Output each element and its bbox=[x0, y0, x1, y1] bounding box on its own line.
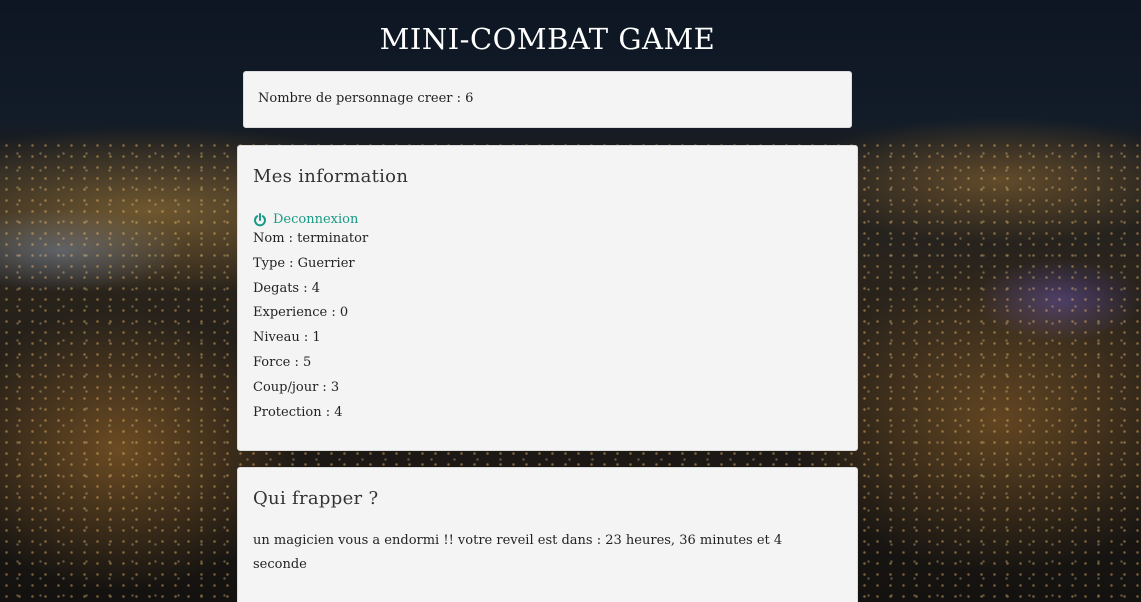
my-info-panel: Mes information Deconnexion Nom : termin… bbox=[237, 145, 858, 451]
stat-force: Force : 5 bbox=[253, 354, 312, 370]
target-panel: Qui frapper ? un magicien vous a endormi… bbox=[237, 467, 858, 602]
page-title: MINI-COMBAT GAME bbox=[379, 22, 716, 56]
stats-list: Nom : terminator Type : Guerrier Degats … bbox=[253, 227, 857, 425]
stat-niveau: Niveau : 1 bbox=[253, 330, 321, 346]
stat-coup-jour: Coup/jour : 3 bbox=[253, 379, 340, 395]
logout-link[interactable]: Deconnexion bbox=[253, 212, 857, 227]
character-count-panel: Nombre de personnage creer : 6 bbox=[243, 71, 852, 128]
stat-experience: Experience : 0 bbox=[253, 305, 349, 321]
my-info-heading: Mes information bbox=[253, 166, 409, 187]
logout-label: Deconnexion bbox=[273, 212, 359, 227]
stat-type: Type : Guerrier bbox=[253, 255, 355, 271]
power-icon bbox=[253, 212, 267, 227]
sleep-message: un magicien vous a endormi !! votre reve… bbox=[253, 533, 783, 572]
character-count-text: Nombre de personnage creer : 6 bbox=[258, 91, 474, 106]
stat-degats: Degats : 4 bbox=[253, 280, 320, 296]
stat-name: Nom : terminator bbox=[253, 231, 369, 246]
target-heading: Qui frapper ? bbox=[253, 488, 379, 509]
stat-protection: Protection : 4 bbox=[253, 404, 343, 420]
